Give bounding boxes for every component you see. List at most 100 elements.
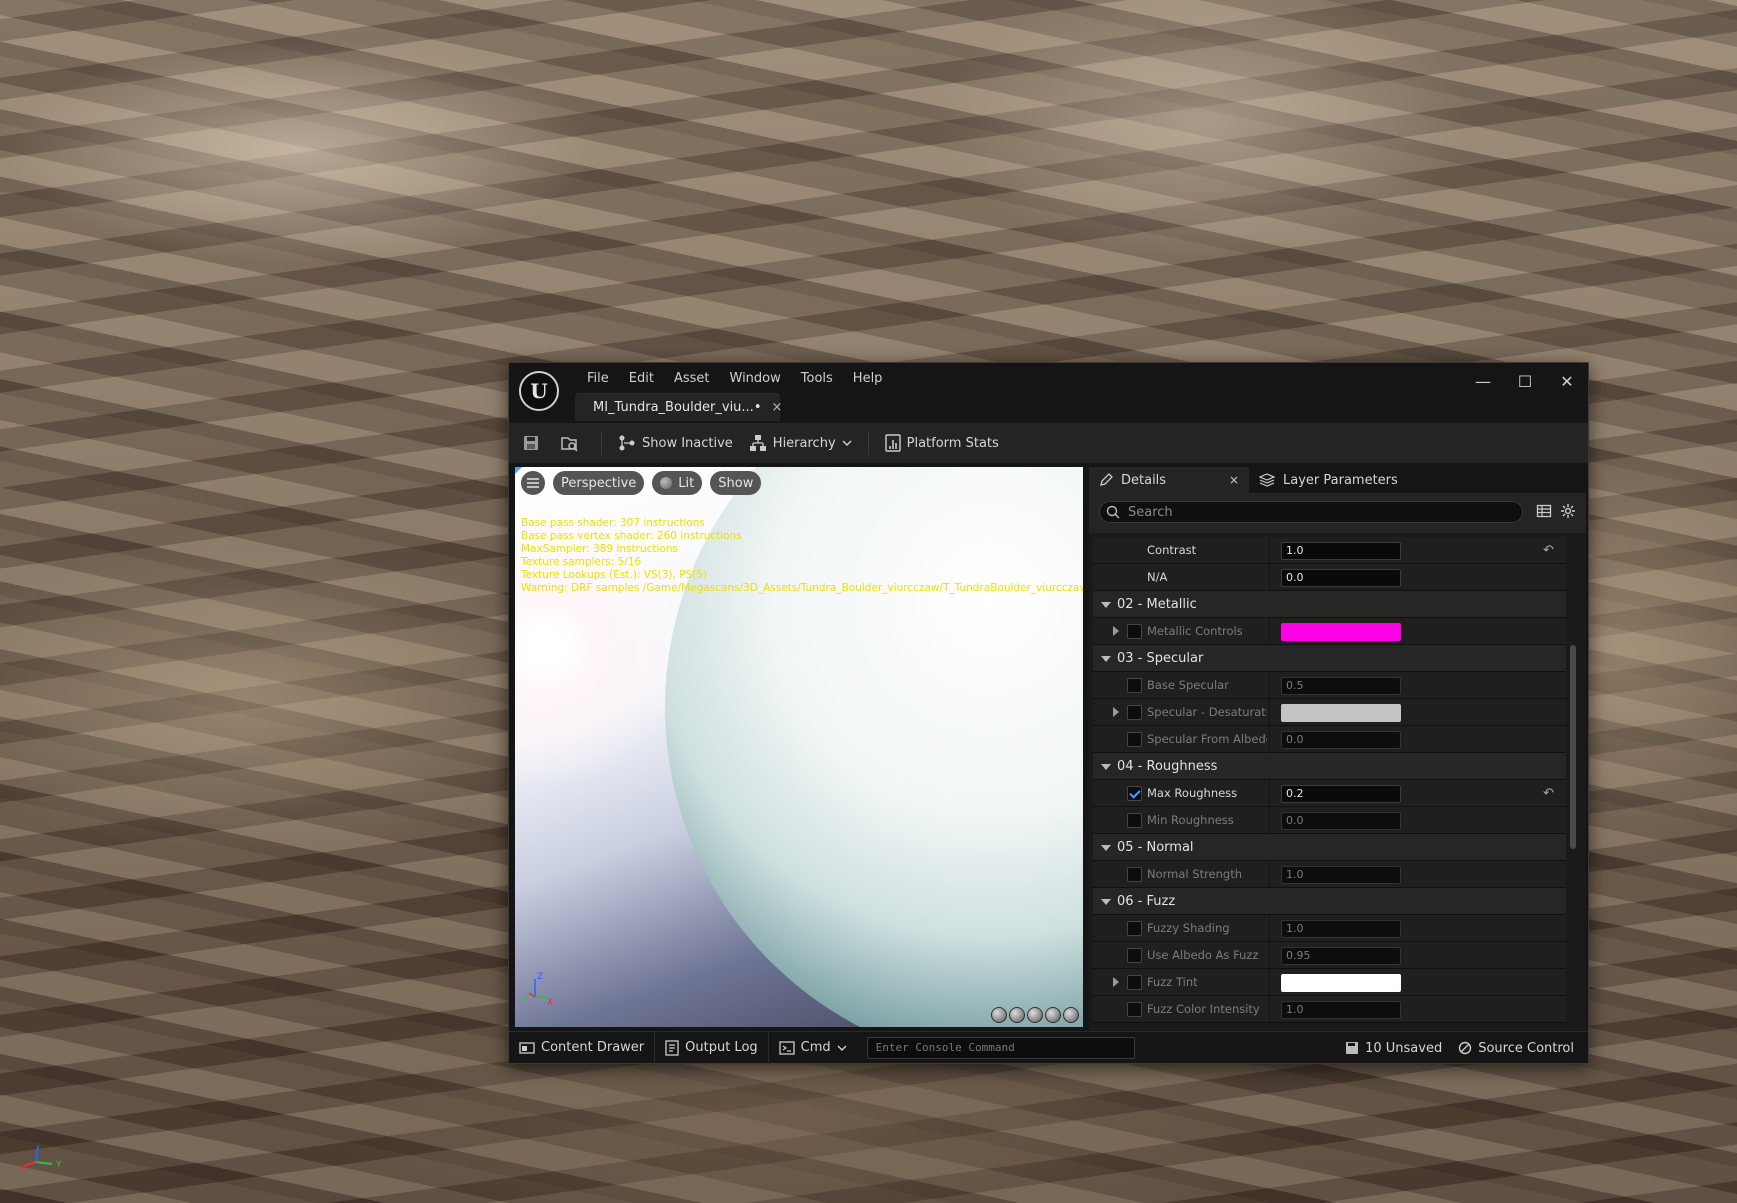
collapse-arrow-icon [1101, 845, 1111, 851]
override-checkbox[interactable] [1127, 678, 1142, 693]
column-divider [1269, 861, 1270, 888]
menu-file[interactable]: File [577, 367, 619, 390]
platform-stats-icon [884, 434, 901, 452]
cmd-label: Cmd [800, 1040, 831, 1055]
preview-cube-icon[interactable] [1045, 1007, 1061, 1023]
property-name: Max Roughness [1147, 786, 1238, 800]
max-roughness-field[interactable]: 0.2 [1281, 785, 1401, 803]
menu-asset[interactable]: Asset [664, 367, 720, 390]
browse-to-asset-icon[interactable] [555, 429, 583, 457]
min-roughness-field[interactable]: 0.0 [1281, 812, 1401, 830]
stat-line: Base pass vertex shader: 260 instruction… [521, 530, 742, 542]
specular-from-albedo-field[interactable]: 0.0 [1281, 731, 1401, 749]
menu-help[interactable]: Help [843, 367, 893, 390]
expand-arrow-icon[interactable] [1113, 707, 1119, 717]
lit-button[interactable]: Lit [652, 471, 703, 495]
category-label: 02 - Metallic [1117, 597, 1197, 612]
scrollbar-thumb[interactable] [1570, 645, 1576, 849]
override-checkbox[interactable] [1127, 813, 1142, 828]
preview-sphere-icon[interactable] [1009, 1007, 1025, 1023]
property-name: Fuzz Color Intensity [1147, 1002, 1260, 1016]
source-control-disabled-icon [1459, 1041, 1472, 1055]
override-checkbox[interactable] [1127, 705, 1142, 720]
base-specular-field[interactable]: 0.5 [1281, 677, 1401, 695]
preview-custom-mesh-icon[interactable] [1063, 1007, 1079, 1023]
show-inactive-label: Show Inactive [642, 435, 733, 451]
category-normal[interactable]: 05 - Normal [1093, 834, 1566, 861]
platform-stats-button[interactable]: Platform Stats [877, 429, 1007, 457]
override-checkbox[interactable] [1127, 975, 1142, 990]
unreal-logo-icon[interactable]: U [519, 371, 559, 411]
unsaved-assets-button[interactable]: 10 Unsaved [1345, 1041, 1442, 1056]
category-label: 04 - Roughness [1117, 759, 1218, 774]
minimize-button[interactable]: — [1462, 363, 1504, 399]
expand-arrow-icon[interactable] [1113, 977, 1119, 987]
console-command-input[interactable]: Enter Console Command [866, 1036, 1135, 1059]
menu-tools[interactable]: Tools [791, 367, 843, 390]
category-specular[interactable]: 03 - Specular [1093, 645, 1566, 672]
use-albedo-as-fuzz-field[interactable]: 0.95 [1281, 947, 1401, 965]
tab-details[interactable]: Details × [1089, 467, 1249, 493]
override-checkbox[interactable] [1127, 732, 1142, 747]
category-metallic[interactable]: 02 - Metallic [1093, 591, 1566, 618]
column-divider [1269, 618, 1270, 645]
tab-layer-parameters[interactable]: Layer Parameters [1249, 467, 1408, 493]
platform-stats-label: Platform Stats [906, 435, 999, 451]
fuzz-color-intensity-field[interactable]: 1.0 [1281, 1001, 1401, 1019]
hierarchy-button[interactable]: Hierarchy [741, 429, 860, 457]
na-field[interactable]: 0.0 [1281, 569, 1401, 587]
expand-arrow-icon[interactable] [1113, 626, 1119, 636]
category-fuzz[interactable]: 06 - Fuzz [1093, 888, 1566, 915]
menu-window[interactable]: Window [720, 367, 791, 390]
search-input[interactable] [1128, 504, 1508, 520]
override-checkbox[interactable] [1127, 948, 1142, 963]
details-view-options [1536, 503, 1576, 519]
override-checkbox[interactable] [1127, 867, 1142, 882]
table-view-icon[interactable] [1536, 503, 1552, 519]
property-row-fuzzy-shading: Fuzzy Shading 1.0 [1093, 915, 1566, 942]
reset-to-default-icon[interactable]: ↶ [1543, 543, 1554, 558]
show-inactive-icon [619, 435, 635, 451]
output-log-button[interactable]: Output Log [655, 1031, 769, 1064]
property-name: Use Albedo As Fuzz [1147, 948, 1259, 962]
show-inactive-button[interactable]: Show Inactive [610, 429, 741, 457]
override-checkbox-checked[interactable] [1127, 786, 1142, 801]
contrast-field[interactable]: 1.0 [1281, 542, 1401, 560]
menu-edit[interactable]: Edit [619, 367, 664, 390]
close-window-button[interactable]: ✕ [1546, 363, 1588, 399]
property-row-min-roughness: Min Roughness 0.0 [1093, 807, 1566, 834]
asset-tab[interactable]: MI_Tundra_Boulder_viu...• × [575, 393, 783, 421]
fuzzy-shading-field[interactable]: 1.0 [1281, 920, 1401, 938]
show-button[interactable]: Show [710, 471, 762, 495]
category-roughness[interactable]: 04 - Roughness [1093, 753, 1566, 780]
material-preview-viewport[interactable]: Perspective Lit Show Base pass shader: 3… [515, 467, 1083, 1027]
property-name: Fuzzy Shading [1147, 921, 1230, 935]
content-drawer-button[interactable]: Content Drawer [509, 1031, 656, 1064]
save-icon[interactable] [517, 429, 545, 457]
output-log-icon [665, 1039, 679, 1056]
viewport-options-button[interactable] [521, 471, 545, 495]
gear-icon[interactable] [1560, 503, 1576, 519]
perspective-button[interactable]: Perspective [553, 471, 645, 495]
normal-strength-field[interactable]: 1.0 [1281, 866, 1401, 884]
fuzz-tint-color-swatch[interactable] [1281, 974, 1401, 992]
override-checkbox[interactable] [1127, 624, 1142, 639]
metallic-color-swatch[interactable] [1281, 623, 1401, 641]
property-row-max-roughness: Max Roughness 0.2 ↶ [1093, 780, 1566, 807]
source-control-button[interactable]: Source Control [1458, 1041, 1574, 1056]
cmd-dropdown[interactable]: Cmd [769, 1032, 857, 1064]
close-details-tab-icon[interactable]: × [1229, 473, 1239, 487]
preview-cylinder-icon[interactable] [991, 1007, 1007, 1023]
column-divider [1269, 726, 1270, 753]
specular-color-swatch[interactable] [1281, 704, 1401, 722]
menu-bar: File Edit Asset Window Tools Help [577, 367, 892, 390]
close-tab-icon[interactable]: × [772, 400, 783, 415]
preview-plane-icon[interactable] [1027, 1007, 1043, 1023]
override-checkbox[interactable] [1127, 1002, 1142, 1017]
maximize-button[interactable]: ☐ [1504, 363, 1546, 399]
property-name: Specular - Desaturation [1147, 705, 1267, 719]
collapse-arrow-icon [1101, 764, 1111, 770]
override-checkbox[interactable] [1127, 921, 1142, 936]
window-controls: — ☐ ✕ [1462, 363, 1588, 399]
reset-to-default-icon[interactable]: ↶ [1543, 786, 1554, 801]
